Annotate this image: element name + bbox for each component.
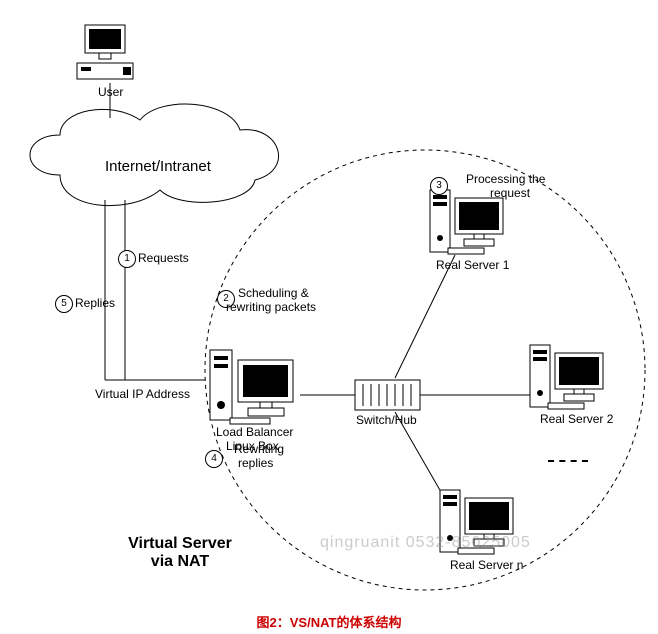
- step1-num: 1: [118, 250, 136, 268]
- step4-text2: replies: [238, 456, 273, 470]
- vip-label: Virtual IP Address: [95, 387, 190, 401]
- step3-num: 3: [430, 177, 448, 195]
- step5-text: Replies: [75, 296, 115, 310]
- link-switch-rs1: [395, 255, 455, 378]
- lb-label2: Linux Box: [226, 439, 279, 453]
- step2-text2: rewriting packets: [226, 300, 316, 314]
- cloud-label: Internet/Intranet: [105, 158, 211, 175]
- step3-text2: request: [490, 186, 530, 200]
- rs1-label: Real Server 1: [436, 258, 509, 272]
- rs2-label: Real Server 2: [540, 412, 613, 426]
- diagram-title: Virtual Server via NAT: [110, 535, 250, 571]
- rsn-label: Real Server n: [450, 558, 523, 572]
- switch-icon: [355, 380, 420, 410]
- figure-caption: 图2：VS/NAT的体系结构: [0, 612, 658, 631]
- user-label: User: [98, 85, 123, 99]
- lb-label1: Load Balancer: [216, 425, 293, 439]
- watermark-text: qingruanit 0532-85025005: [320, 534, 531, 552]
- cloud-shape: [30, 104, 279, 206]
- diagram-canvas: User Internet/Intranet 1 Requests 5 Repl…: [0, 0, 658, 634]
- user-pc-icon: [77, 25, 133, 79]
- ellipsis-icon: [548, 460, 588, 462]
- title-line2: via NAT: [110, 553, 250, 571]
- step1-text: Requests: [138, 251, 189, 265]
- step4-num: 4: [205, 450, 223, 468]
- step5-num: 5: [55, 295, 73, 313]
- step3-text1: Processing the: [466, 172, 545, 186]
- title-line1: Virtual Server: [110, 535, 250, 553]
- switch-label: Switch/Hub: [356, 413, 417, 427]
- lb-icon: [210, 350, 293, 424]
- step2-text1: Scheduling &: [238, 286, 309, 300]
- rs2-icon: [530, 345, 603, 409]
